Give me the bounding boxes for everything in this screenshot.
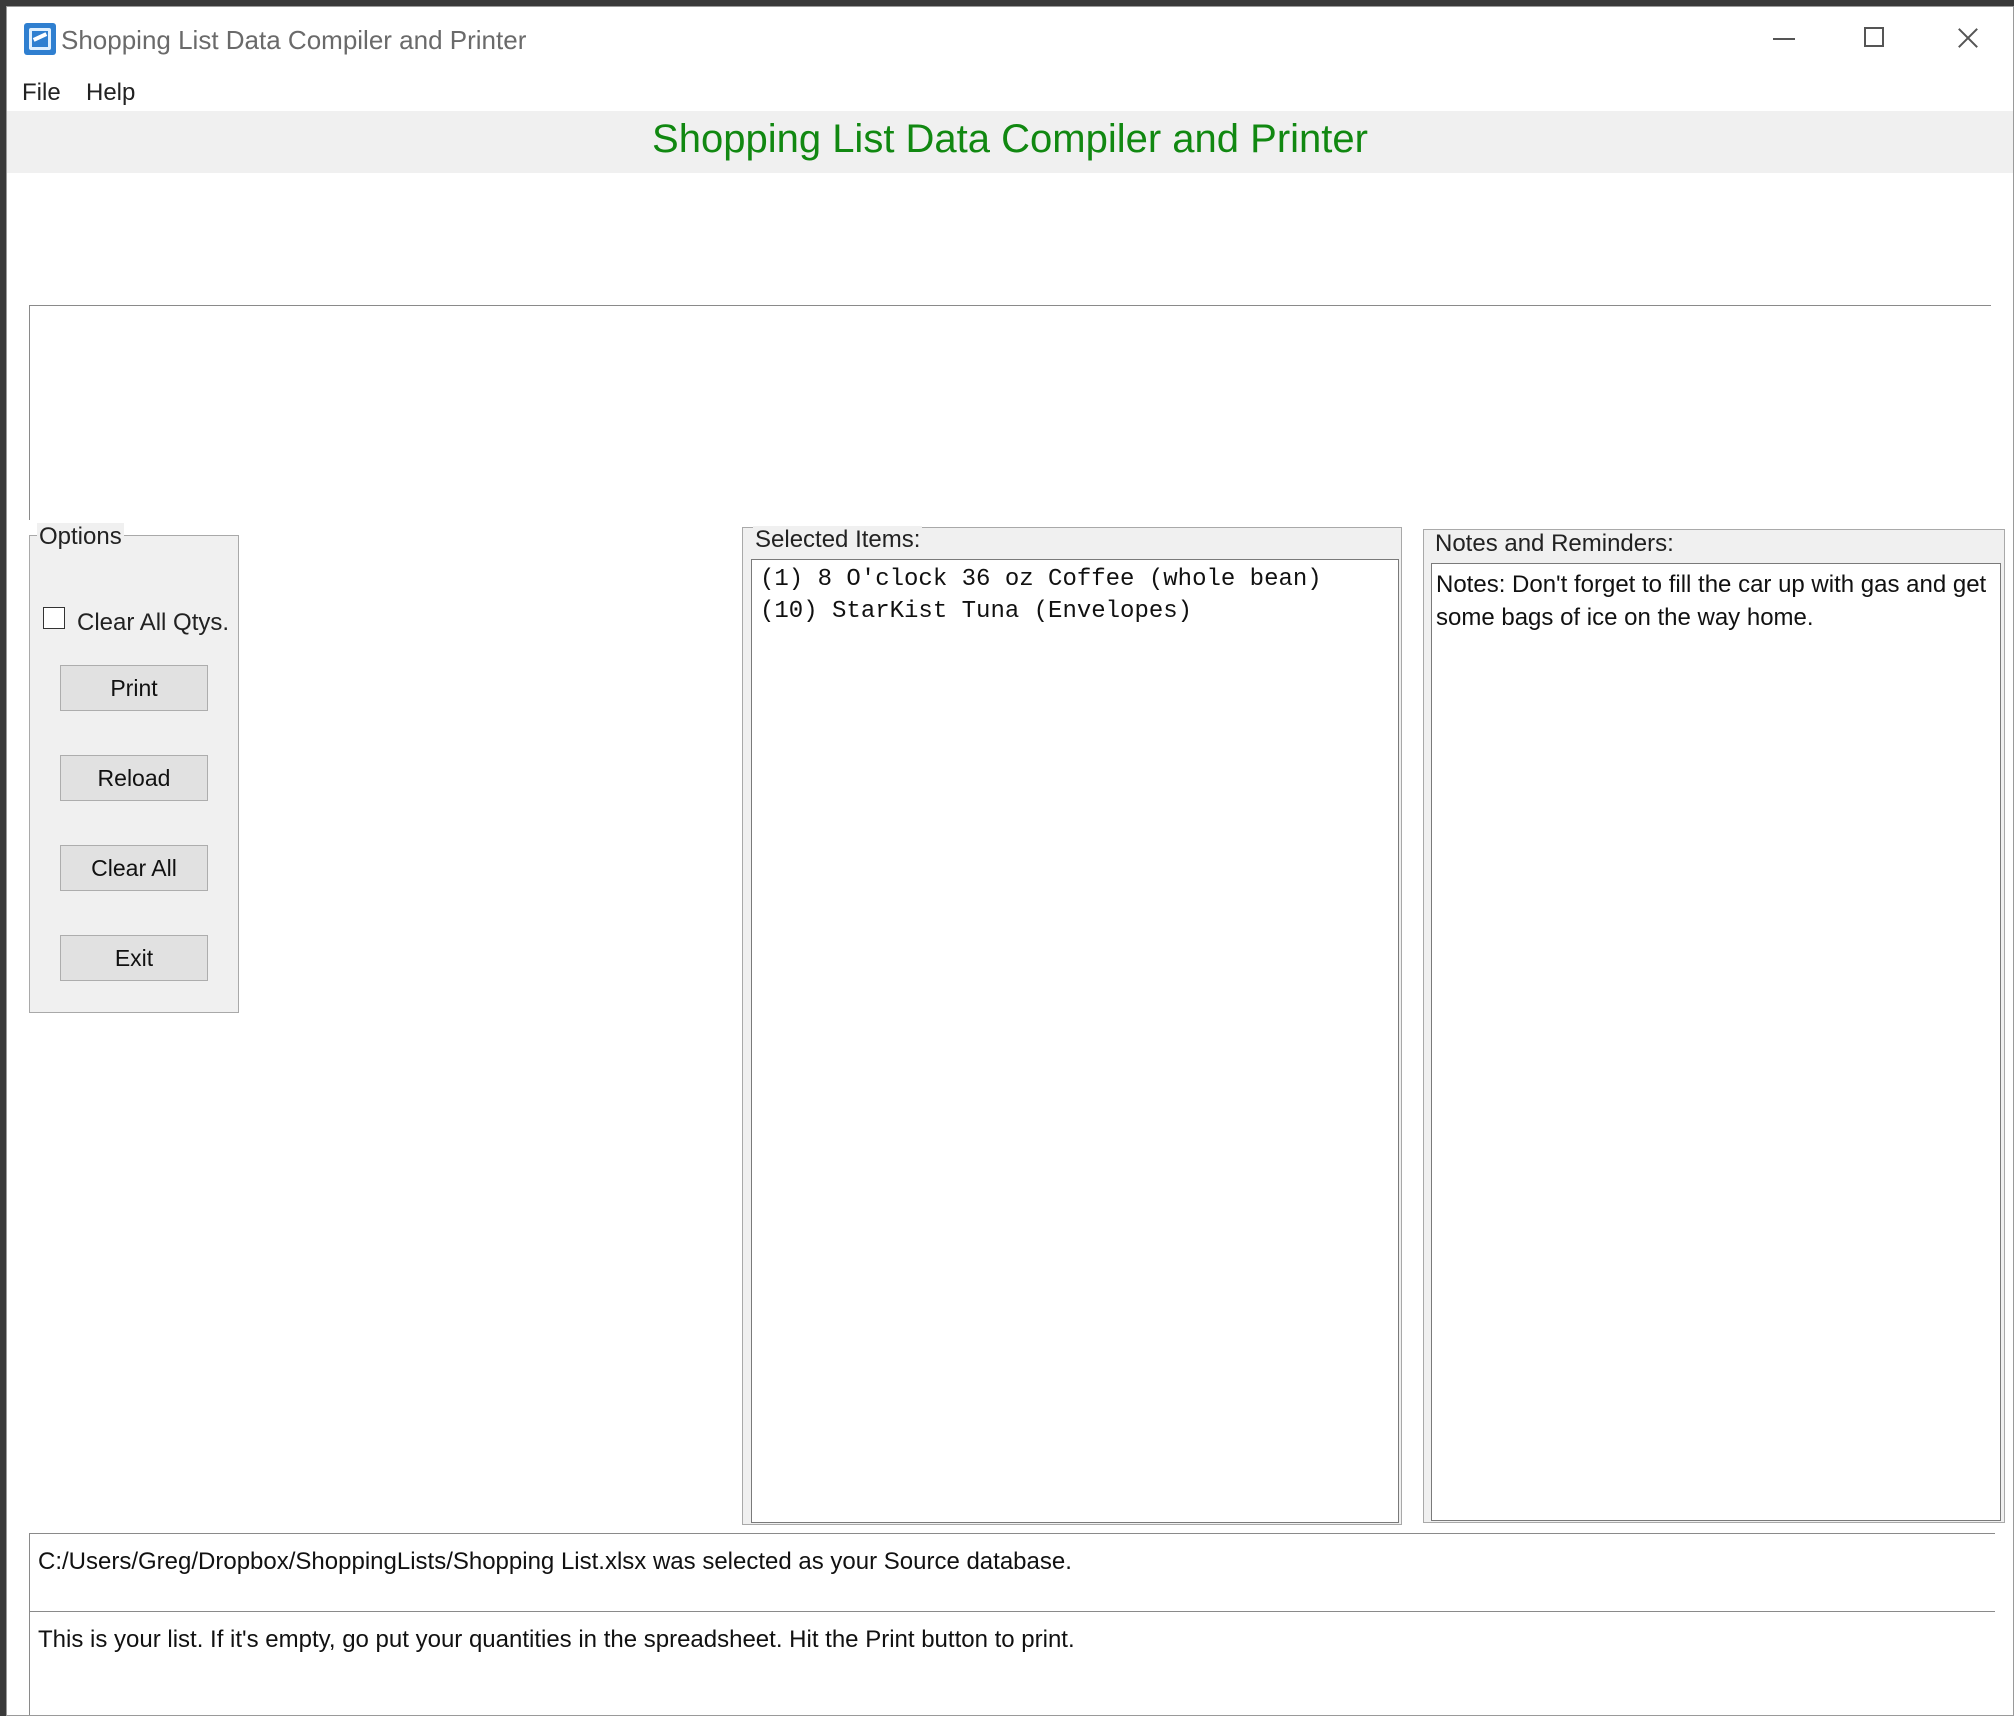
maximize-icon[interactable] — [1829, 7, 1921, 71]
menu-file[interactable]: File — [22, 79, 61, 107]
header-title: Shopping List Data Compiler and Printer — [652, 117, 1368, 161]
options-group-label: Options — [37, 523, 124, 551]
clear-all-qtys-label[interactable]: Clear All Qtys. — [77, 609, 229, 637]
menu-help[interactable]: Help — [86, 79, 135, 107]
selected-items-list[interactable]: (1) 8 O'clock 36 oz Coffee (whole bean) … — [751, 559, 1399, 1523]
notes-textarea[interactable]: Notes: Don't forget to fill the car up w… — [1431, 563, 2001, 1521]
minimize-icon[interactable] — [1737, 7, 1829, 71]
menu-bar: File Help — [7, 71, 2013, 111]
selected-items-group-label: Selected Items: — [753, 526, 923, 554]
print-button[interactable]: Print — [60, 665, 208, 711]
list-item[interactable]: (1) 8 O'clock 36 oz Coffee (whole bean) — [760, 564, 1390, 596]
clear-all-button[interactable]: Clear All — [60, 845, 208, 891]
source-status-text: C:/Users/Greg/Dropbox/ShoppingLists/Shop… — [29, 1533, 1995, 1611]
list-message-text: This is your list. If it's empty, go put… — [29, 1611, 1995, 1715]
window-title: Shopping List Data Compiler and Printer — [61, 25, 527, 55]
app-window: Shopping List Data Compiler and Printer … — [6, 6, 2014, 1716]
app-icon — [24, 23, 56, 55]
top-frame-panel — [29, 305, 1991, 520]
list-item[interactable]: (10) StarKist Tuna (Envelopes) — [760, 596, 1390, 628]
exit-button[interactable]: Exit — [60, 935, 208, 981]
title-bar[interactable]: Shopping List Data Compiler and Printer — [7, 7, 2013, 71]
reload-button[interactable]: Reload — [60, 755, 208, 801]
notes-group-label: Notes and Reminders: — [1433, 530, 1676, 558]
header-band: Shopping List Data Compiler and Printer — [7, 111, 2013, 173]
clear-all-qtys-checkbox[interactable] — [43, 607, 65, 629]
close-icon[interactable] — [1921, 7, 2013, 71]
